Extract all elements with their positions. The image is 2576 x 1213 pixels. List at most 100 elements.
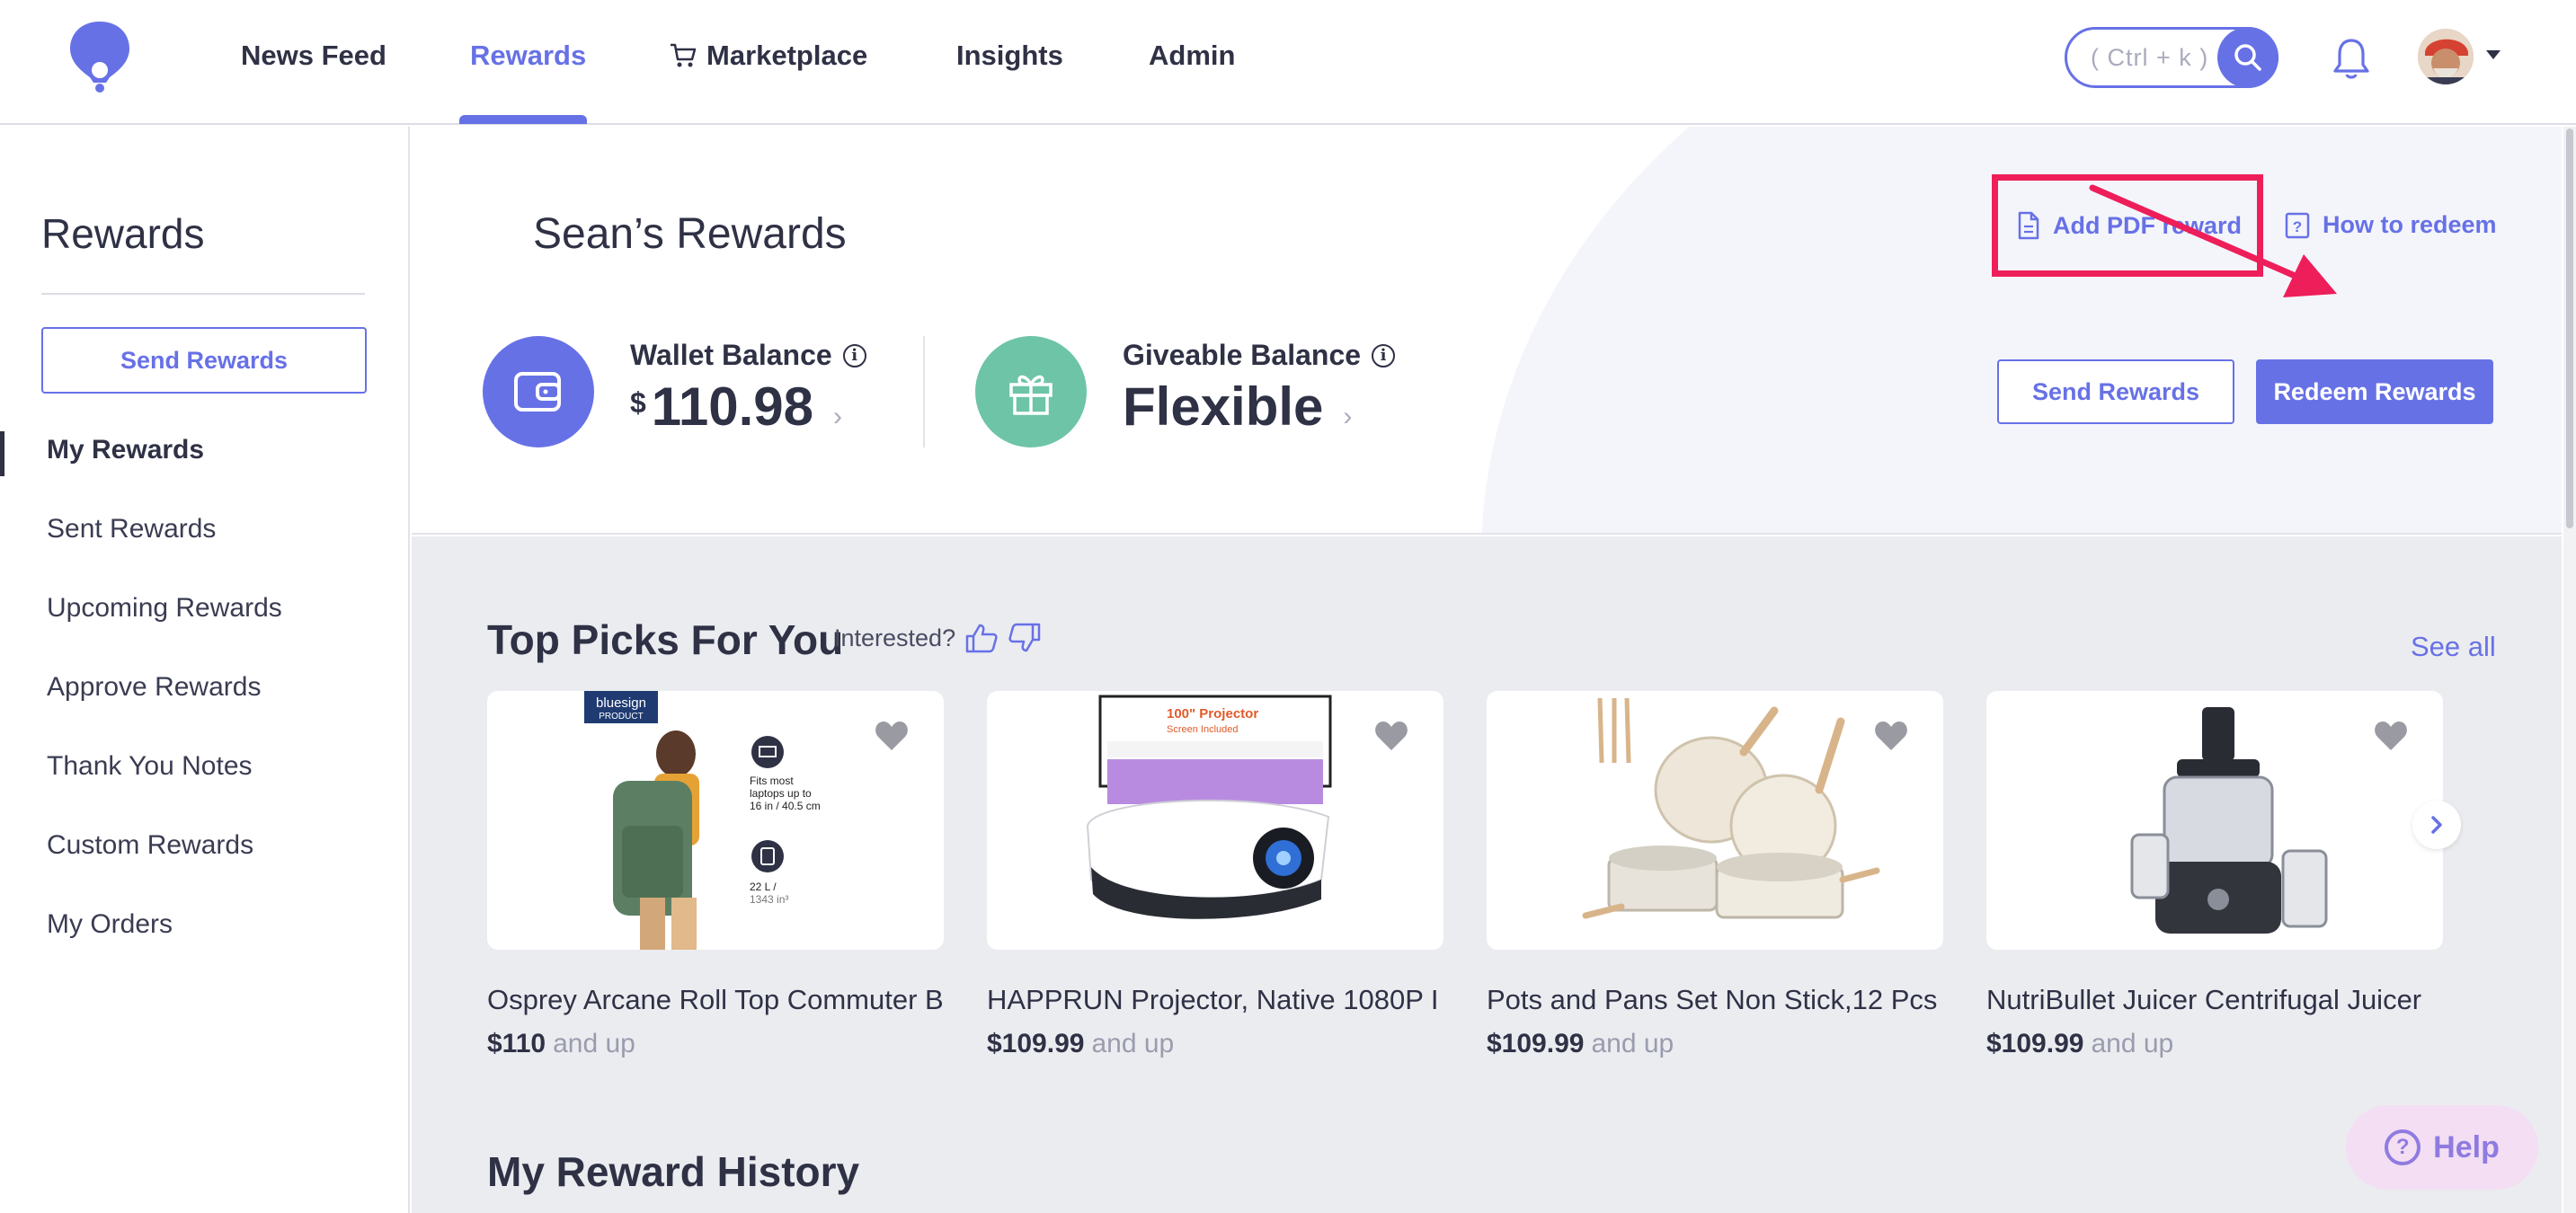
chevron-right-icon [2431,816,2442,834]
product-name[interactable]: Pots and Pans Set Non Stick,12 Pcs K [1487,984,1943,1016]
search-icon [2234,44,2261,71]
arrow-annotation-icon [2089,184,2337,297]
svg-text:1343 in³: 1343 in³ [750,893,788,906]
thumbs-down-icon[interactable] [1008,622,1042,654]
heart-icon[interactable] [1873,718,1909,754]
heart-icon[interactable] [1373,718,1409,754]
svg-text:Fits most: Fits most [750,775,794,787]
svg-text:laptops up to: laptops up to [750,787,812,800]
svg-text:Screen Included: Screen Included [1167,724,1239,735]
product-name[interactable]: Osprey Arcane Roll Top Commuter B [487,984,944,1016]
wallet-balance-value[interactable]: $ 110.98 › [630,376,842,438]
sidebar-item-upcoming-rewards[interactable]: Upcoming Rewards [47,593,282,624]
product-image: bluesign PRODUCT Fits most laptops up to… [487,691,944,950]
gift-icon [1009,375,1053,415]
currency-symbol: $ [630,386,646,419]
app-logo-icon[interactable] [67,18,133,93]
chevron-right-icon: › [1343,402,1353,431]
nav-insights[interactable]: Insights [956,40,1063,72]
price-suffix: and up [1091,1029,1175,1058]
giveable-amount: Flexible [1123,376,1324,437]
sidebar-item-thank-you-notes[interactable]: Thank You Notes [47,751,253,782]
sidebar-send-rewards-button[interactable]: Send Rewards [41,327,367,394]
interested-label: Interested? [834,624,956,651]
carousel-next-button[interactable] [2412,801,2461,849]
heart-icon[interactable] [874,718,910,754]
product-price: $109.99 and up [987,1029,1443,1059]
product-name[interactable]: NutriBullet Juicer Centrifugal Juicer [1986,984,2443,1016]
sidebar-item-approve-rewards[interactable]: Approve Rewards [47,672,261,703]
redeem-rewards-button[interactable]: Redeem Rewards [2256,359,2493,424]
question-icon: ? [2385,1129,2421,1165]
nav-marketplace[interactable]: Marketplace [669,40,867,72]
wallet-badge [483,336,594,447]
sidebar-item-custom-rewards[interactable]: Custom Rewards [47,830,253,861]
interested-feedback: Interested? [834,622,1042,654]
nav-active-underline [459,115,587,124]
sidebar-active-indicator [0,431,4,476]
product-price: $110 and up [487,1029,944,1059]
sidebar-item-my-rewards[interactable]: My Rewards [47,435,204,465]
wallet-balance-label: Wallet Balance i [630,339,866,372]
heart-icon[interactable] [2373,718,2409,754]
product-card[interactable]: bluesign PRODUCT Fits most laptops up to… [487,691,944,1059]
product-name[interactable]: HAPPRUN Projector, Native 1080P I [987,984,1443,1016]
product-image [1487,691,1943,950]
rewards-header: Sean’s Rewards Add PDF reward ? How to r… [412,127,2562,535]
price-value: $110 [487,1029,546,1058]
search-input[interactable]: ( Ctrl + k ) [2065,27,2278,88]
sidebar-divider [41,293,365,295]
product-price: $109.99 and up [1986,1029,2443,1059]
search-placeholder: ( Ctrl + k ) [2091,43,2209,71]
bell-icon[interactable] [2332,36,2371,81]
reward-history-title: My Reward History [487,1148,860,1195]
nav-news-feed[interactable]: News Feed [241,40,386,72]
product-card[interactable]: Pots and Pans Set Non Stick,12 Pcs K $10… [1487,691,1943,1059]
top-navbar: News Feed Rewards Marketplace Insights A… [0,0,2576,125]
giveable-label-text: Giveable Balance [1123,339,1362,371]
scrollbar-thumb[interactable] [2566,128,2573,528]
see-all-link[interactable]: See all [2411,631,2496,663]
price-suffix: and up [553,1029,635,1058]
help-label: Help [2433,1129,2500,1164]
product-image [1986,691,2443,950]
info-icon[interactable]: i [1372,343,1396,367]
top-picks-title: Top Picks For You [487,616,844,663]
sidebar: Rewards Send Rewards My Rewards Sent Rew… [0,127,410,1213]
nav-rewards[interactable]: Rewards [470,40,586,72]
document-icon [2018,211,2039,240]
sidebar-item-sent-rewards[interactable]: Sent Rewards [47,514,216,545]
nav-label: News Feed [241,40,386,71]
avatar[interactable] [2418,29,2474,84]
page-title: Sean’s Rewards [533,210,847,258]
svg-text:16 in / 40.5 cm: 16 in / 40.5 cm [750,800,821,812]
caret-down-icon[interactable] [2486,50,2500,59]
info-icon[interactable]: i [842,343,866,367]
price-value: $109.99 [987,1029,1085,1058]
svg-text:PRODUCT: PRODUCT [599,712,643,722]
nav-label: Admin [1149,40,1236,71]
svg-text:100" Projector: 100" Projector [1167,706,1258,722]
nav-label: Rewards [470,40,587,71]
product-image: 100" Projector Screen Included [987,691,1443,950]
price-suffix: and up [1591,1029,1674,1058]
svg-text:22 L /: 22 L / [750,881,777,893]
giveable-balance-value[interactable]: Flexible › [1123,376,1352,438]
chevron-right-icon: › [833,402,843,431]
product-card[interactable]: 100" Projector Screen Included HAPPRUN P… [987,691,1443,1059]
giveable-badge [975,336,1087,447]
nav-admin[interactable]: Admin [1149,40,1235,72]
balance-divider [923,336,925,447]
help-button[interactable]: ? Help [2346,1105,2538,1190]
search-button[interactable] [2217,27,2278,88]
price-value: $109.99 [1487,1029,1585,1058]
price-suffix: and up [2091,1029,2174,1058]
nav-label: Insights [956,40,1063,71]
rewards-content: Top Picks For You Interested? See all bl… [412,536,2562,1213]
sidebar-title: Rewards [41,210,205,257]
send-rewards-button[interactable]: Send Rewards [1997,359,2234,424]
product-card[interactable]: NutriBullet Juicer Centrifugal Juicer $1… [1986,691,2443,1059]
svg-text:bluesign: bluesign [596,695,646,711]
thumbs-up-icon[interactable] [964,622,999,654]
sidebar-item-my-orders[interactable]: My Orders [47,909,173,940]
